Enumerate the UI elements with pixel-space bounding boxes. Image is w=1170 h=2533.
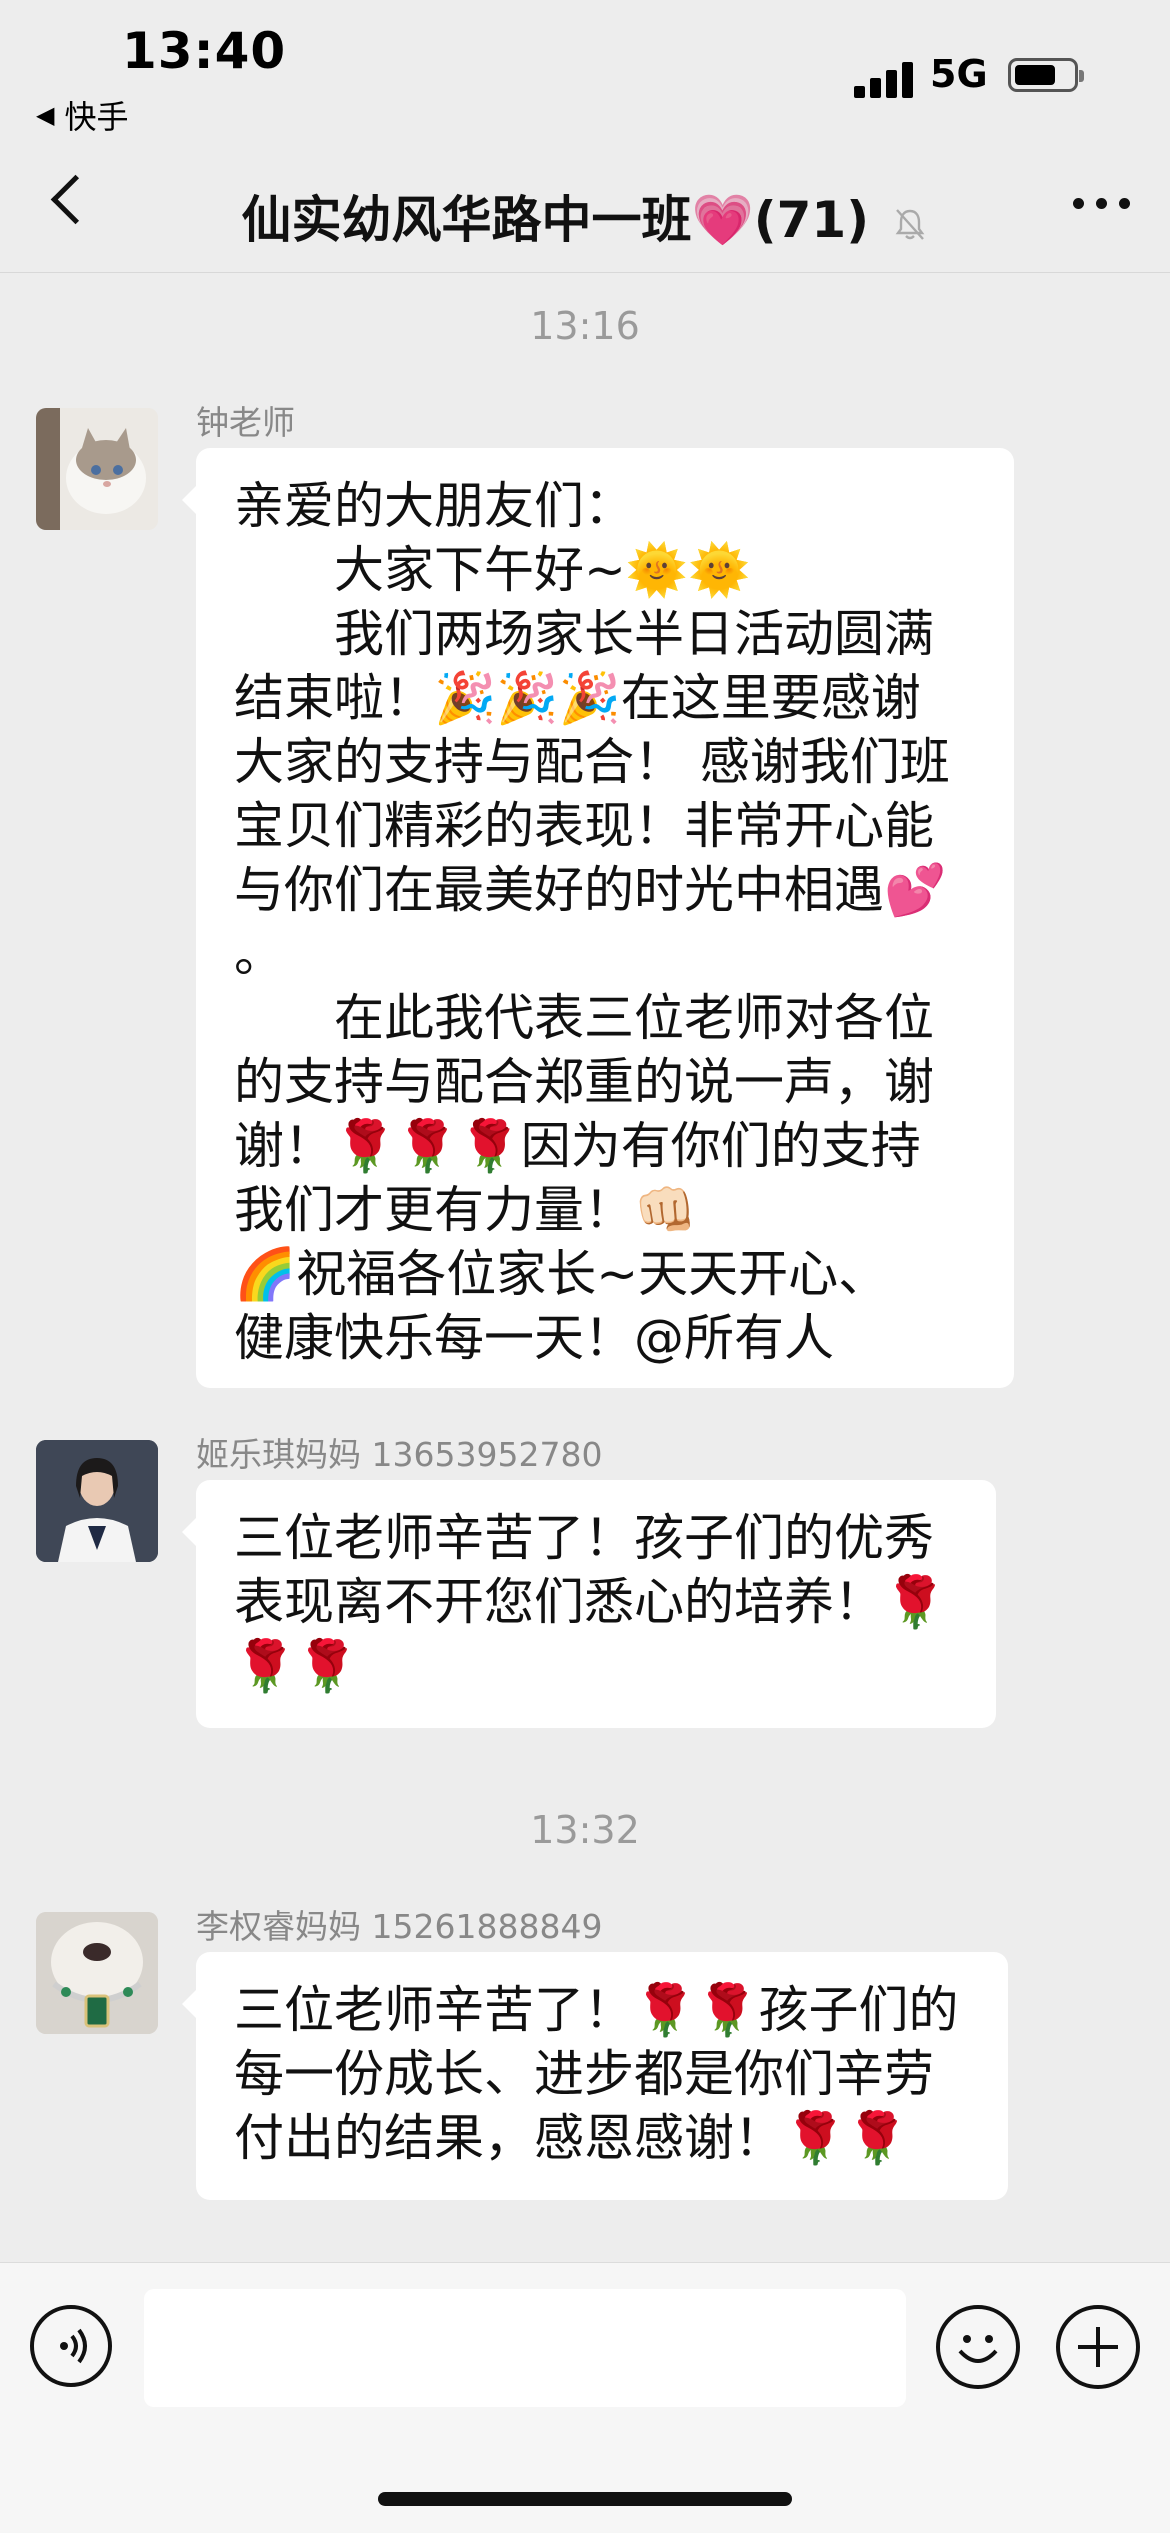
emoji-icon[interactable] xyxy=(936,2305,1020,2389)
message-line: 。 xyxy=(234,925,284,983)
avatar[interactable] xyxy=(36,1440,158,1562)
timestamp: 13:16 xyxy=(530,304,640,348)
message-line: 🌹🌹 xyxy=(234,1637,359,1695)
status-time: 13:40 xyxy=(122,22,287,80)
message-line: 在此我代表三位老师对各位 xyxy=(234,989,934,1047)
avatar[interactable] xyxy=(36,408,158,530)
chat-header: 仙实幼风华路中一班💗(71) xyxy=(0,140,1170,273)
message-line: 三位老师辛苦了！孩子们的优秀 xyxy=(234,1509,934,1567)
plus-icon[interactable] xyxy=(1056,2305,1140,2389)
avatar[interactable] xyxy=(36,1912,158,2034)
message-line: 大家下午好~🌞🌞 xyxy=(234,541,751,599)
message-bubble[interactable]: 三位老师辛苦了！孩子们的优秀 表现离不开您们悉心的培养！🌹 🌹🌹 xyxy=(182,1480,996,1728)
message-line: 与你们在最美好的时光中相遇💕 xyxy=(234,861,947,919)
cat-jewelry-avatar-icon xyxy=(36,1912,158,2034)
message-input[interactable] xyxy=(144,2289,906,2407)
status-bar: 13:40 ◀ 快手 5G xyxy=(0,0,1170,140)
message-line: 表现离不开您们悉心的培养！🌹 xyxy=(234,1573,947,1631)
chat-title: 仙实幼风华路中一班💗(71) xyxy=(241,191,870,249)
more-icon[interactable] xyxy=(1073,198,1130,209)
home-indicator xyxy=(378,2492,792,2506)
sender-name: 钟老师 xyxy=(196,403,295,442)
message-line: 宝贝们精彩的表现！非常开心能 xyxy=(234,797,934,855)
back-app-label: 快手 xyxy=(64,98,129,136)
message-line: 付出的结果，感恩感谢！🌹🌹 xyxy=(234,2109,909,2167)
message-line: 结束啦！🎉🎉🎉在这里要感谢 xyxy=(234,669,921,727)
back-triangle-icon: ◀ xyxy=(36,101,55,129)
signal-icon xyxy=(854,58,916,98)
battery-icon xyxy=(1008,58,1084,92)
battery-fill xyxy=(1015,65,1055,85)
sender-name: 姬乐琪妈妈 13653952780 xyxy=(196,1435,603,1474)
cat-avatar-icon xyxy=(36,408,158,530)
mute-icon xyxy=(896,208,925,240)
message-bubble[interactable]: 亲爱的大朋友们： 大家下午好~🌞🌞 我们两场家长半日活动圆满 结束啦！🎉🎉🎉在这… xyxy=(182,448,1014,1388)
message-line: 大家的支持与配合！ 感谢我们班 xyxy=(234,733,950,791)
network-label: 5G xyxy=(930,52,988,96)
woman-avatar-icon xyxy=(36,1440,158,1562)
message-line: 三位老师辛苦了！🌹🌹孩子们的 xyxy=(234,1981,959,2039)
message-line: 亲爱的大朋友们： xyxy=(234,477,634,535)
message-line: 健康快乐每一天！@所有人 xyxy=(234,1309,834,1367)
message-bubble[interactable]: 三位老师辛苦了！🌹🌹孩子们的 每一份成长、进步都是你们辛劳 付出的结果，感恩感谢… xyxy=(182,1952,1008,2200)
message-line: 谢！🌹🌹🌹因为有你们的支持 xyxy=(234,1117,921,1175)
message-line: 🌈祝福各位家长~天天开心、 xyxy=(234,1245,889,1303)
timestamp: 13:32 xyxy=(530,1808,640,1852)
message-line: 我们两场家长半日活动圆满 xyxy=(234,605,934,663)
back-to-app[interactable]: ◀ 快手 xyxy=(36,92,128,138)
sender-name: 李权睿妈妈 15261888849 xyxy=(196,1907,603,1946)
voice-icon[interactable] xyxy=(30,2305,112,2387)
message-line: 的支持与配合郑重的说一声，谢 xyxy=(234,1053,934,1111)
message-line: 每一份成长、进步都是你们辛劳 xyxy=(234,2045,934,2103)
message-line: 我们才更有力量！👊🏻 xyxy=(234,1181,697,1239)
